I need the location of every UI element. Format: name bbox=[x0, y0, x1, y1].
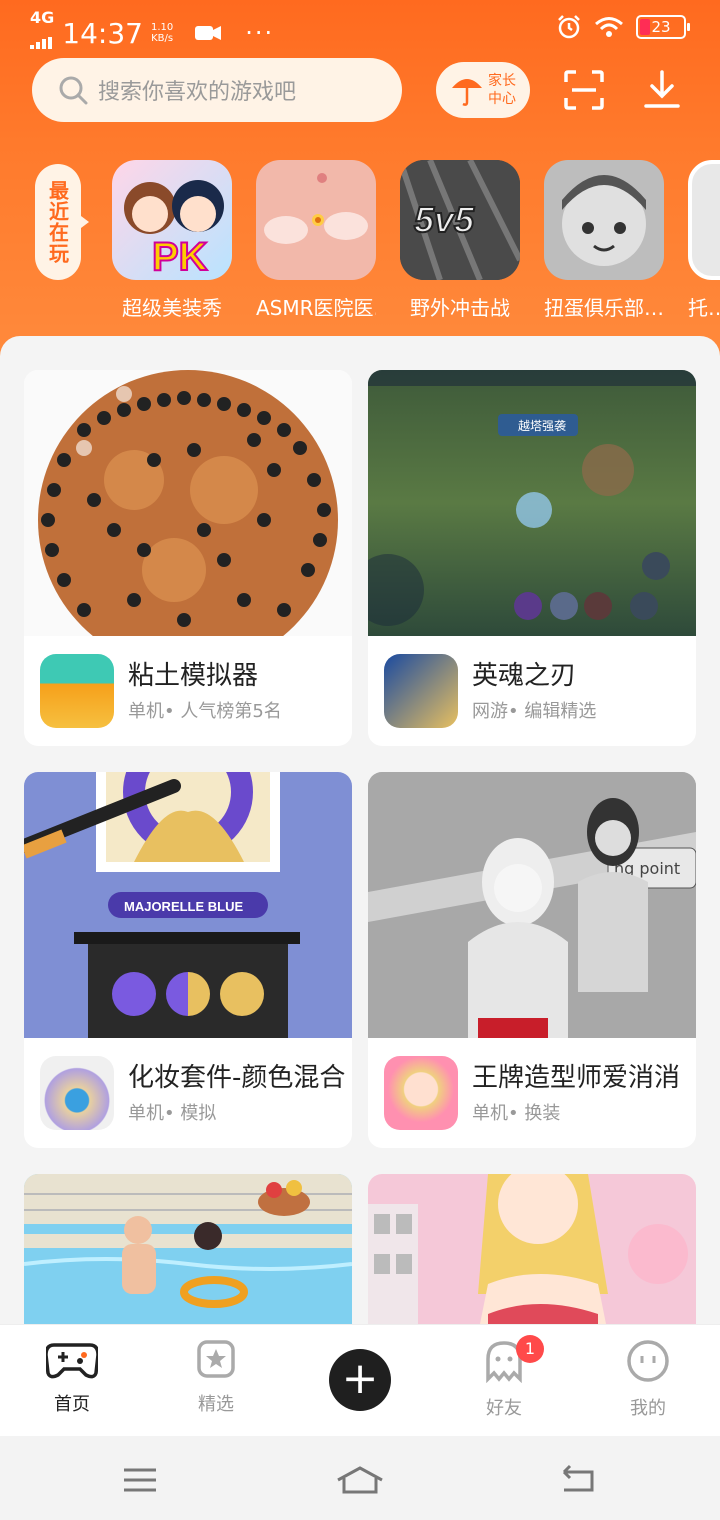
speed-unit: KB/s bbox=[151, 33, 174, 44]
status-bar: 4G 14:37 1.10 KB/s ··· 23 bbox=[0, 0, 720, 56]
game-icon bbox=[40, 1056, 114, 1130]
recent-game-item[interactable]: ASMR医院医… bbox=[256, 160, 376, 321]
game-thumbnail bbox=[256, 160, 376, 280]
game-artwork: ng point bbox=[368, 772, 696, 1038]
game-title: 粘土模拟器 bbox=[128, 661, 259, 691]
star-bookmark-icon bbox=[197, 1340, 235, 1378]
game-icon bbox=[40, 654, 114, 728]
back-button[interactable] bbox=[548, 1460, 608, 1500]
game-icon bbox=[384, 654, 458, 728]
svg-text:5v5: 5v5 bbox=[414, 199, 475, 240]
menu-button[interactable] bbox=[110, 1460, 170, 1500]
recent-game-item[interactable]: 扭蛋俱乐部… bbox=[544, 160, 664, 321]
gamepad-icon bbox=[44, 1343, 100, 1379]
game-name: 扭蛋俱乐部… bbox=[544, 296, 664, 320]
more-dots-icon: ··· bbox=[245, 19, 275, 47]
game-card[interactable] bbox=[368, 1174, 696, 1326]
recent-game-item[interactable]: 5v5 野外冲击战 bbox=[400, 160, 520, 321]
wifi-icon bbox=[595, 17, 623, 37]
nav-me-label: 我的 bbox=[630, 1398, 666, 1419]
game-thumbnail bbox=[688, 160, 720, 280]
add-button[interactable]: + bbox=[329, 1349, 391, 1411]
home-button[interactable] bbox=[330, 1460, 390, 1500]
game-thumbnail bbox=[544, 160, 664, 280]
game-card[interactable]: 粘土模拟器 单机• 人气榜第5名 bbox=[24, 370, 352, 746]
recent-game-item[interactable]: 托… bbox=[688, 160, 720, 321]
download-icon bbox=[644, 70, 680, 108]
parent-center-button[interactable]: 家长 中心 bbox=[436, 62, 530, 118]
game-feed[interactable]: 粘土模拟器 单机• 人气榜第5名 越塔强袭 英魂之刃 网游• 编辑精选 MAJO… bbox=[0, 336, 720, 1326]
bottom-navigation: 首页 精选 + 1 好友 我的 bbox=[0, 1324, 720, 1436]
game-name: 野外冲击战 bbox=[410, 296, 510, 320]
game-subtitle: 单机• 换装 bbox=[472, 1103, 561, 1124]
nav-featured-label: 精选 bbox=[198, 1394, 234, 1415]
network-speed: 1.10 KB/s bbox=[151, 22, 173, 44]
nav-home[interactable]: 首页 bbox=[22, 1339, 122, 1416]
game-name: 超级美装秀 bbox=[122, 296, 222, 320]
svg-text:PK: PK bbox=[152, 235, 208, 279]
scan-button[interactable] bbox=[560, 66, 608, 114]
game-artwork bbox=[24, 370, 352, 636]
palette-label: MAJORELLE BLUE bbox=[124, 899, 244, 914]
game-title: 王牌造型师爱消消 bbox=[472, 1063, 681, 1093]
game-card[interactable]: MAJORELLE BLUE 化妆套件-颜色混合 单机• 模拟 bbox=[24, 772, 352, 1148]
game-artwork: MAJORELLE BLUE bbox=[24, 772, 352, 1038]
parent-center-label: 家长 中心 bbox=[488, 73, 516, 107]
recent-game-item[interactable]: PK 超级美装秀 bbox=[112, 160, 232, 321]
game-artwork bbox=[368, 1174, 696, 1326]
recent-games-list: PK 超级美装秀 ASMR医院医… 5v5 bbox=[0, 160, 720, 330]
game-subtitle: 网游• 编辑精选 bbox=[472, 701, 597, 722]
game-card[interactable]: 越塔强袭 英魂之刃 网游• 编辑精选 bbox=[368, 370, 696, 746]
game-artwork: 越塔强袭 bbox=[368, 370, 696, 636]
face-icon bbox=[627, 1340, 669, 1382]
video-camera-icon bbox=[195, 26, 222, 40]
speed-value: 1.10 bbox=[150, 22, 174, 33]
search-placeholder: 搜索你喜欢的游戏吧 bbox=[98, 80, 297, 105]
header: 4G 14:37 1.10 KB/s ··· 23 搜索你喜欢的游戏吧 家长 中… bbox=[0, 0, 720, 360]
scan-icon bbox=[564, 70, 604, 110]
clock: 14:37 bbox=[62, 16, 143, 50]
umbrella-icon bbox=[452, 79, 482, 106]
hud-banner-text: 越塔强袭 bbox=[518, 418, 566, 433]
home-icon bbox=[337, 1466, 383, 1494]
game-title: 英魂之刃 bbox=[472, 661, 577, 691]
game-thumbnail: PK bbox=[112, 160, 232, 280]
search-input[interactable]: 搜索你喜欢的游戏吧 bbox=[32, 58, 402, 122]
battery-indicator: 23 bbox=[636, 15, 690, 39]
game-icon bbox=[384, 1056, 458, 1130]
network-type: 4G bbox=[30, 8, 55, 27]
game-title: 化妆套件-颜色混合 bbox=[128, 1063, 346, 1093]
plus-icon: + bbox=[341, 1353, 379, 1404]
game-card[interactable] bbox=[24, 1174, 352, 1326]
game-card[interactable]: ng point 王牌造型师爱消消 单机• 换装 bbox=[368, 772, 696, 1148]
game-name: ASMR医院医… bbox=[256, 296, 376, 320]
alarm-icon bbox=[558, 15, 580, 39]
game-subtitle: 单机• 人气榜第5名 bbox=[128, 701, 282, 722]
game-artwork bbox=[24, 1174, 352, 1326]
search-icon bbox=[59, 76, 88, 105]
nav-friends-label: 好友 bbox=[486, 1398, 522, 1419]
game-thumbnail: 5v5 bbox=[400, 160, 520, 280]
nav-featured[interactable]: 精选 bbox=[166, 1339, 266, 1416]
nav-me[interactable]: 我的 bbox=[598, 1339, 698, 1420]
notification-badge: 1 bbox=[516, 1335, 544, 1363]
signal-indicator: 4G bbox=[30, 10, 54, 56]
game-name: 托… bbox=[688, 296, 720, 320]
game-subtitle: 单机• 模拟 bbox=[128, 1103, 217, 1124]
nav-friends[interactable]: 1 好友 bbox=[454, 1335, 554, 1420]
nav-home-label: 首页 bbox=[22, 1390, 122, 1416]
download-button[interactable] bbox=[638, 66, 686, 114]
signal-bars-icon bbox=[30, 37, 52, 49]
system-navigation-bar bbox=[0, 1436, 720, 1520]
back-icon bbox=[562, 1464, 594, 1492]
menu-icon bbox=[124, 1468, 156, 1492]
